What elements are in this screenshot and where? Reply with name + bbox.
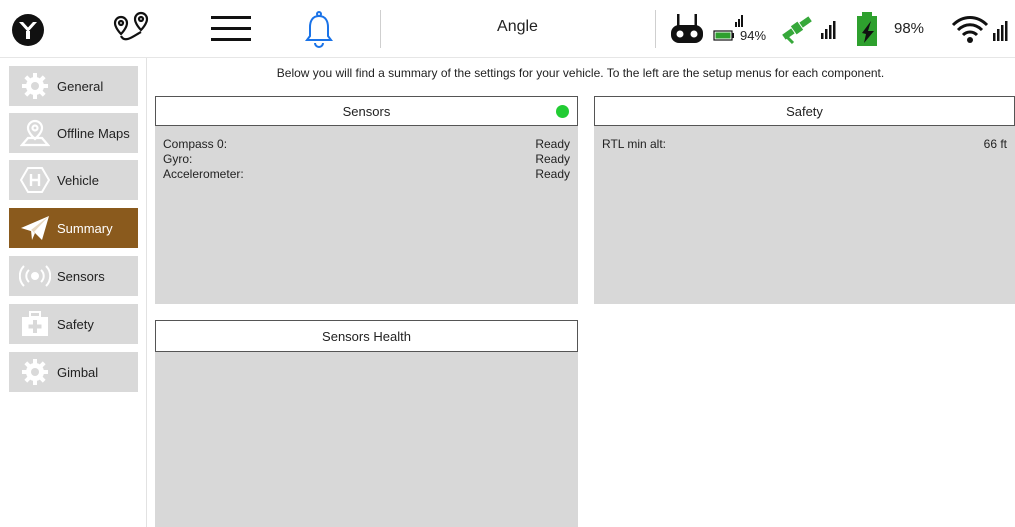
sensors-panel-header[interactable]: Sensors xyxy=(155,96,578,126)
paper-plane-icon xyxy=(19,213,51,243)
sensors-health-panel-title: Sensors Health xyxy=(322,328,411,344)
summary-message: Below you will find a summary of the set… xyxy=(276,66,885,80)
sidebar-item-general[interactable]: General xyxy=(9,66,138,106)
vehicle-battery-percent: 98% xyxy=(894,20,925,37)
sensor-row: Gyro: Ready xyxy=(163,152,570,167)
map-pin-icon xyxy=(19,118,51,148)
flight-mode-label[interactable]: Angle xyxy=(470,18,565,36)
sensor-name: Accelerometer: xyxy=(163,167,244,181)
sidebar-item-label: Vehicle xyxy=(57,172,99,188)
sensor-status: Ready xyxy=(535,137,570,151)
hexacopter-icon xyxy=(19,165,51,195)
safety-panel: Safety RTL min alt: 66 ft xyxy=(594,96,1015,304)
gear-icon xyxy=(19,357,51,387)
vehicle-battery-icon[interactable] xyxy=(850,10,884,48)
sidebar-item-vehicle[interactable]: Vehicle xyxy=(9,160,138,200)
remote-controller-icon[interactable] xyxy=(668,12,706,46)
sidebar-item-offline-maps[interactable]: Offline Maps xyxy=(9,113,138,153)
sidebar-item-label: Sensors xyxy=(57,268,105,284)
rc-battery-percent: 94% xyxy=(740,28,767,43)
sidebar-item-label: General xyxy=(57,78,104,94)
sidebar-item-label: Gimbal xyxy=(57,364,99,380)
sensor-name: Compass 0: xyxy=(163,137,228,151)
toolbar-separator xyxy=(655,10,656,48)
sidebar-item-summary[interactable]: Summary xyxy=(9,208,138,248)
sensor-name: Gyro: xyxy=(163,152,193,166)
radio-waves-icon xyxy=(19,261,51,291)
sensors-health-panel: Sensors Health xyxy=(155,320,578,527)
safety-panel-title: Safety xyxy=(786,103,823,119)
wifi-icon[interactable] xyxy=(950,12,1010,46)
safety-setting-name: RTL min alt: xyxy=(602,137,667,151)
hamburger-menu-icon[interactable] xyxy=(210,12,252,46)
sensor-status: Ready xyxy=(535,152,570,166)
sensor-status: Ready xyxy=(535,167,570,181)
gps-satellite-icon[interactable] xyxy=(780,10,840,46)
sidebar-item-label: Summary xyxy=(57,220,113,236)
first-aid-icon xyxy=(19,309,51,339)
safety-row: RTL min alt: 66 ft xyxy=(602,137,1007,152)
sensors-health-panel-header[interactable]: Sensors Health xyxy=(155,320,578,352)
safety-setting-value: 66 ft xyxy=(983,137,1007,151)
sensors-panel: Sensors Compass 0: Ready Gyro: Ready Acc… xyxy=(155,96,578,304)
toolbar-separator xyxy=(380,10,381,48)
sidebar-item-label: Offline Maps xyxy=(57,125,130,141)
sensor-row: Compass 0: Ready xyxy=(163,137,570,152)
sensors-panel-title: Sensors xyxy=(342,103,391,119)
app-logo-icon[interactable] xyxy=(10,12,46,48)
toolbar-divider xyxy=(0,57,1015,58)
gear-icon xyxy=(19,71,51,101)
top-toolbar: Angle 94% 98% xyxy=(0,0,1015,57)
plan-route-icon[interactable] xyxy=(110,10,154,50)
bell-icon[interactable] xyxy=(302,8,336,50)
sidebar-item-safety[interactable]: Safety xyxy=(9,304,138,344)
sidebar-item-label: Safety xyxy=(57,316,94,332)
sidebar-item-gimbal[interactable]: Gimbal xyxy=(9,352,138,392)
sidebar-item-sensors[interactable]: Sensors xyxy=(9,256,138,296)
safety-panel-header[interactable]: Safety xyxy=(594,96,1015,126)
setup-sidebar: General Offline Maps Vehicle Summary Sen… xyxy=(0,58,147,527)
sensor-row: Accelerometer: Ready xyxy=(163,167,570,182)
sensors-status-dot xyxy=(556,105,569,118)
